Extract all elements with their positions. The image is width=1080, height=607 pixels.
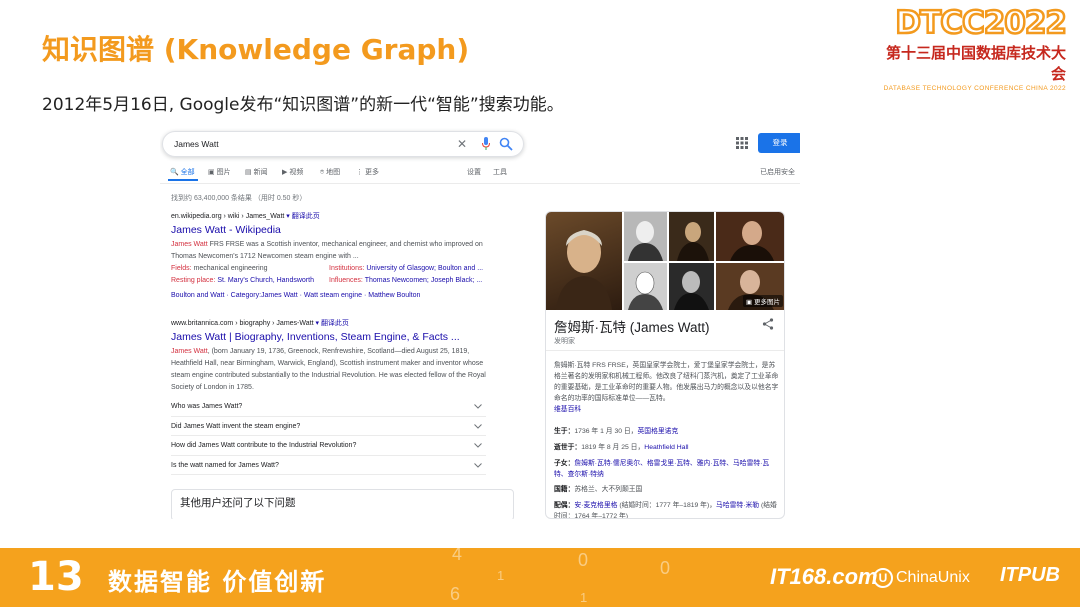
deco-digit: 6 [450, 584, 461, 604]
translate-link[interactable]: 翻译此页 [292, 213, 320, 220]
fact-fields: Fields: mechanical engineering [171, 265, 268, 272]
banner-slogan: 数据智能 价值创新 [108, 568, 327, 596]
dropdown-arrow-icon[interactable]: ▾ [315, 320, 319, 327]
share-icon[interactable] [762, 318, 774, 330]
map-pin-icon: ⌾ [320, 169, 325, 176]
kp-subtitle: 发明家 [554, 338, 575, 345]
news-icon: ▤ [245, 169, 252, 176]
result-snippet: James Watt, (born January 19, 1736, Gree… [171, 348, 486, 391]
apps-grid-icon[interactable] [736, 137, 748, 149]
result-title-link[interactable]: James Watt | Biography, Inventions, Stea… [171, 331, 491, 343]
result-cite: www.britannica.com › biography › James-W… [171, 320, 349, 327]
chinaunix-logo: U ChinaUnix [873, 568, 970, 588]
result-cite: en.wikipedia.org › wiki › James_Watt ▾ 翻… [171, 213, 320, 220]
video-icon: ▶ [282, 169, 288, 176]
fact-institutions: Institutions: University of Glasgow; Bou… [329, 265, 484, 272]
question-item[interactable]: Who was James Watt? [171, 397, 486, 417]
search-icon[interactable] [499, 137, 513, 151]
kp-source-link[interactable]: 维基百科 [554, 406, 581, 413]
translate-link[interactable]: 翻译此页 [321, 320, 349, 327]
itpub-logo: ITPUB [1000, 564, 1060, 586]
more-images-button[interactable]: ▣ 更多图片 [743, 295, 783, 307]
deco-digit: 4 [452, 548, 463, 564]
image-icon: ▣ [208, 169, 215, 176]
it168-logo: IT168.com [770, 564, 878, 589]
search-tabs: 🔍 全部 ▣ 图片 ▤ 新闻 ▶ 视频 ⌾ 地图 ⋮ 更多 设置 工具 已启用安… [170, 167, 800, 181]
portrait-image[interactable] [716, 212, 784, 261]
tab-news[interactable]: ▤ 新闻 [245, 167, 268, 177]
google-screenshot: James Watt ✕ 登录 🔍 全部 ▣ 图片 ▤ 新闻 ▶ 视频 ⌾ 地图… [160, 127, 800, 519]
portrait-image[interactable] [669, 263, 714, 310]
tab-all[interactable]: 🔍 全部 [170, 167, 195, 177]
question-item[interactable]: Is the watt named for James Watt? [171, 456, 486, 475]
safe-search-status: 已启用安全 [760, 169, 795, 176]
chevron-down-icon [474, 443, 482, 448]
tab-maps[interactable]: ⌾ 地图 [320, 167, 340, 177]
question-item[interactable]: How did James Watt contribute to the Ind… [171, 436, 486, 456]
kp-divider [546, 350, 784, 351]
kp-fact-born: 生于：1736 年 1 月 30 日，英国格里诺克 [554, 428, 679, 435]
tab-more[interactable]: ⋮ 更多 [356, 167, 379, 177]
chevron-down-icon [474, 404, 482, 409]
people-also-ask: Who was James Watt? Did James Watt inven… [171, 397, 486, 475]
tab-underline [168, 179, 198, 181]
deco-digit: 0 [578, 550, 589, 570]
result-snippet: James Watt FRS FRSE was a Scottish inven… [171, 241, 483, 260]
logo-english: DATABASE TECHNOLOGY CONFERENCE CHINA 202… [883, 85, 1066, 92]
portrait-gallery[interactable]: ▣ 更多图片 [546, 212, 784, 310]
footer-banner: 4 0 1 0 6 1 13 数据智能 价值创新 IT168.com U Chin… [0, 548, 1080, 607]
fact-resting-place: Resting place: St. Mary's Church, Handsw… [171, 277, 314, 284]
portrait-image[interactable] [624, 263, 667, 310]
result-title-link[interactable]: James Watt - Wikipedia [171, 224, 491, 236]
tools-link[interactable]: 工具 [493, 167, 507, 177]
deco-digit: 1 [580, 590, 588, 605]
chevron-down-icon [474, 462, 482, 468]
tab-images[interactable]: ▣ 图片 [208, 167, 231, 177]
microphone-icon[interactable] [481, 137, 491, 151]
dtcc-logo: DTCC2022 第十三届中国数据库技术大会 DATABASE TECHNOLO… [876, 5, 1069, 92]
kp-fact-nationality: 国籍：苏格兰、大不列颠王国 [554, 486, 643, 493]
chevron-down-icon [474, 423, 482, 429]
conference-number: 13 [28, 554, 84, 600]
image-icon: ▣ [746, 299, 753, 306]
search-query[interactable]: James Watt [174, 139, 219, 149]
search-box[interactable]: James Watt ✕ [162, 131, 524, 157]
deco-digit: 0 [660, 558, 671, 578]
search-result-wikipedia: en.wikipedia.org › wiki › James_Watt ▾ 翻… [171, 211, 491, 299]
other-questions-box[interactable]: 其他用户还问了以下问题 [171, 489, 514, 519]
kp-fact-died: 逝世于：1819 年 8 月 25 日，Heathfield Hall [554, 444, 689, 451]
settings-link[interactable]: 设置 [467, 167, 481, 177]
logo-main: DTCC2022 [894, 5, 1068, 42]
question-item[interactable]: Did James Watt invent the steam engine? [171, 417, 486, 436]
signin-button[interactable]: 登录 [758, 133, 800, 153]
tabs-divider [160, 183, 800, 184]
slide-subtitle: 2012年5月16日, Google发布“知识图谱”的新一代“智能”搜索功能。 [42, 95, 564, 115]
result-facts: Fields: mechanical engineering Instituti… [171, 265, 491, 289]
chinaunix-icon: U [873, 568, 893, 588]
result-stats: 找到约 63,400,000 条结果 （用时 0.50 秒） [171, 195, 307, 202]
kp-fact-spouse: 配偶：安·麦克格里格 (结婚时间：1777 年–1819 年)，马哈雷特·米勒 … [554, 502, 777, 519]
slide-title: 知识图谱 (Knowledge Graph) [42, 33, 470, 66]
portrait-image[interactable] [546, 212, 622, 310]
result-sitelinks[interactable]: Boulton and Watt · Category:James Watt ·… [171, 292, 491, 299]
tab-videos[interactable]: ▶ 视频 [282, 167, 303, 177]
kp-description: 詹姆斯·瓦特 FRS FRSE，英国皇家学会院士，爱丁堡皇家学会院士，是苏格兰著… [554, 362, 779, 413]
kp-fact-children: 子女：詹姆斯·瓦特·儒尼奥尔、格雷戈里·瓦特、雅内·瓦特、马哈雷特·瓦特、查尔斯… [554, 460, 770, 478]
deco-digit: 1 [497, 568, 505, 583]
portrait-image[interactable] [624, 212, 667, 261]
other-questions-label: 其他用户还问了以下问题 [180, 497, 296, 509]
fact-influences: Influences: Thomas Newcomen; Joseph Blac… [329, 277, 483, 284]
knowledge-panel: ▣ 更多图片 詹姆斯·瓦特 (James Watt) 发明家 詹姆斯·瓦特 FR… [545, 211, 785, 519]
more-icon: ⋮ [356, 169, 363, 176]
logo-chinese: 第十三届中国数据库技术大会 [885, 44, 1066, 83]
clear-icon[interactable]: ✕ [457, 137, 467, 151]
dropdown-arrow-icon[interactable]: ▾ [286, 213, 290, 220]
search-result-britannica: www.britannica.com › biography › James-W… [171, 318, 491, 394]
search-icon: 🔍 [170, 169, 179, 176]
portrait-image[interactable] [669, 212, 714, 261]
kp-title: 詹姆斯·瓦特 (James Watt) [554, 320, 710, 335]
